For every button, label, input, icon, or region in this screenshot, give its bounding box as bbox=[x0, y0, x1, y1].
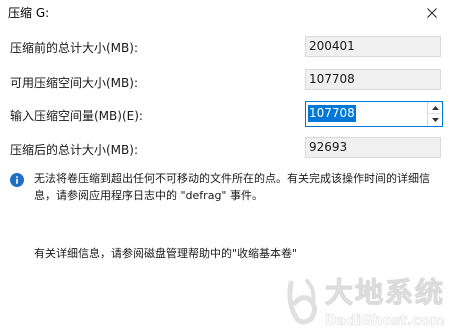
close-icon bbox=[427, 8, 437, 18]
total-after-label: 压缩后的总计大小(MB): bbox=[10, 143, 138, 157]
title-bar: 压缩 G: bbox=[0, 0, 450, 26]
chevron-down-icon bbox=[431, 118, 439, 122]
window-title: 压缩 G: bbox=[8, 6, 50, 20]
spin-up-button[interactable] bbox=[428, 102, 442, 114]
shrink-amount-spinbox[interactable]: 107708 bbox=[305, 101, 443, 127]
info-icon bbox=[10, 173, 24, 187]
shrink-volume-dialog: 压缩 G: 压缩前的总计大小(MB): 200401 可用压缩空间大小(MB):… bbox=[0, 0, 450, 335]
shrink-amount-input[interactable]: 107708 bbox=[308, 105, 356, 122]
total-after-value: 92693 bbox=[305, 137, 441, 158]
close-button[interactable] bbox=[414, 0, 450, 26]
available-space-label: 可用压缩空间大小(MB): bbox=[10, 76, 138, 90]
total-before-value: 200401 bbox=[305, 36, 441, 57]
watermark-main-text: 大地系统 bbox=[324, 276, 446, 309]
spin-buttons bbox=[427, 102, 442, 126]
total-before-label: 压缩前的总计大小(MB): bbox=[10, 41, 138, 55]
chevron-up-icon bbox=[431, 105, 439, 110]
available-space-value: 107708 bbox=[305, 69, 441, 90]
watermark-sub-text: DadiGhost.com bbox=[325, 313, 445, 330]
spin-down-button[interactable] bbox=[428, 114, 442, 126]
info-message: 无法将卷压缩到超出任何不可移动的文件所在的点。有关完成该操作时间的详细信息，请参… bbox=[34, 172, 430, 202]
watermark: 大地系统 DadiGhost.com bbox=[285, 275, 450, 335]
help-text: 有关详细信息，请参阅磁盘管理帮助中的"收缩基本卷" bbox=[34, 247, 298, 260]
shrink-amount-label: 输入压缩空间量(MB)(E): bbox=[10, 109, 143, 123]
watermark-logo-icon bbox=[287, 279, 317, 325]
